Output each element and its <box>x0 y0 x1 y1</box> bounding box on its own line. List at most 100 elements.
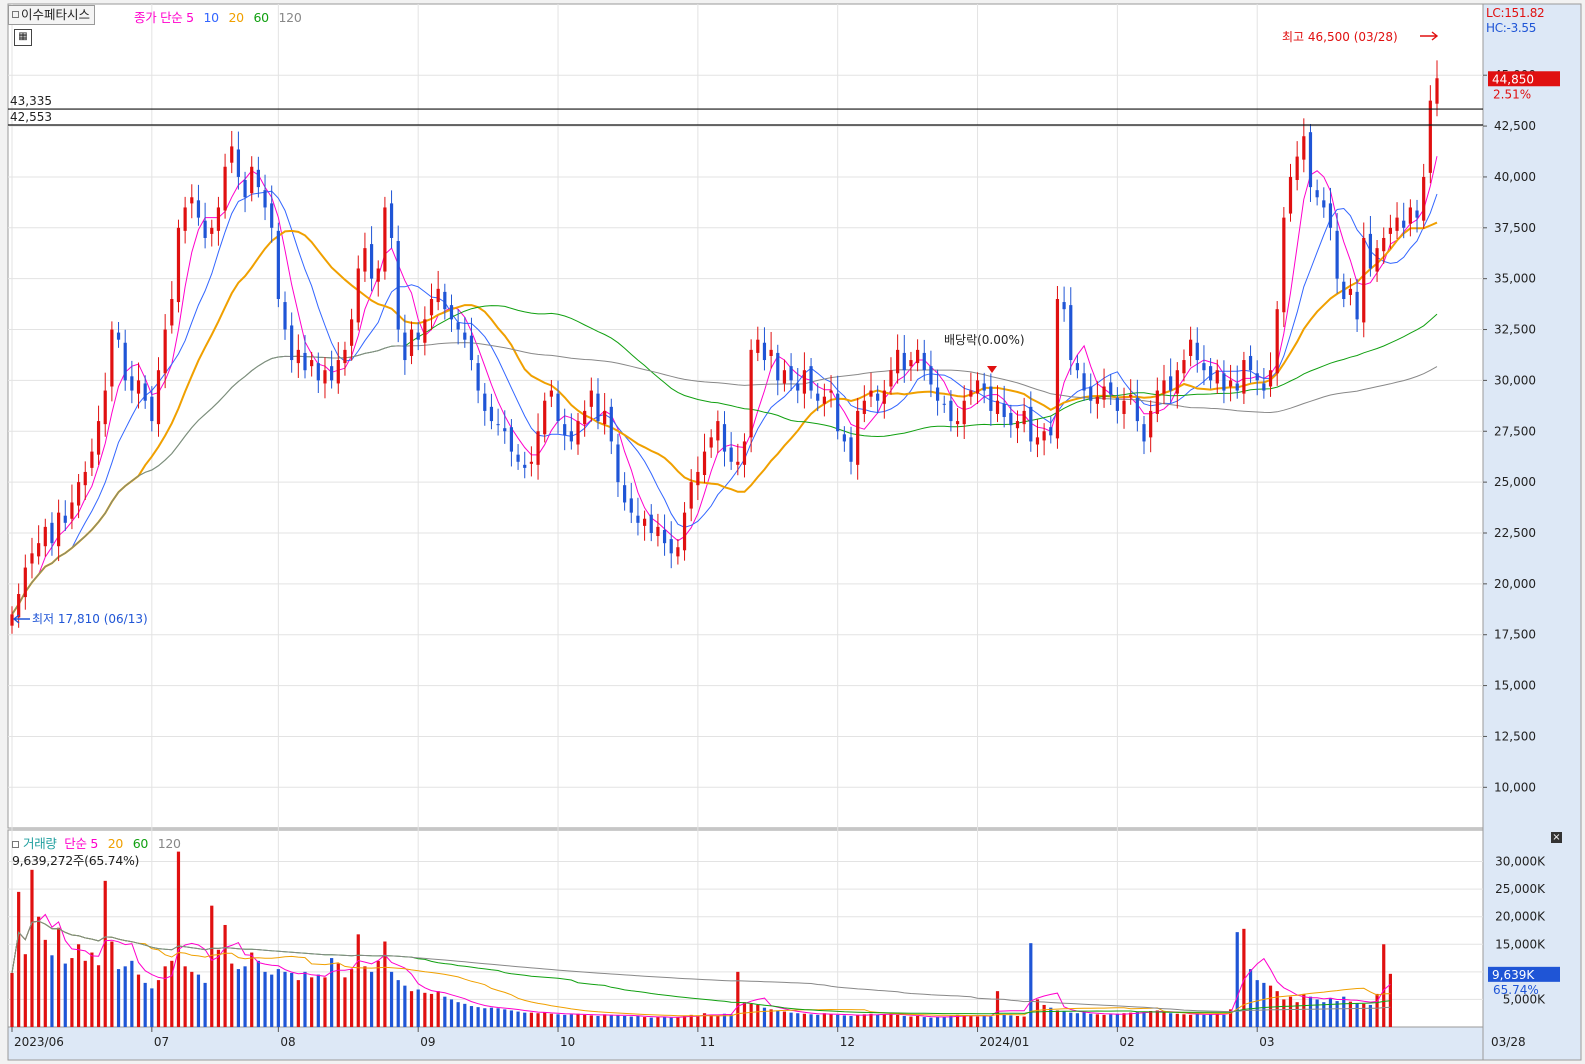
candle-body <box>822 396 826 404</box>
candle-body <box>376 268 380 282</box>
grid-icon[interactable]: ▦ <box>14 29 32 46</box>
volume-bar <box>676 1017 680 1027</box>
candle-body <box>1228 380 1233 387</box>
volume-bar <box>642 1017 647 1027</box>
chart-canvas[interactable]: 10,000 12,500 15,000 17,500 20,000 22,500 25,0… <box>0 0 1585 1064</box>
candle-body <box>170 299 174 326</box>
vma20-label[interactable]: 20 <box>108 836 124 851</box>
volume-bar <box>123 966 127 1027</box>
candle-body <box>196 200 201 218</box>
price-tick-label: 20,000 <box>1494 577 1536 591</box>
candle-body <box>1155 390 1159 414</box>
candle-body <box>1408 207 1412 224</box>
candle-body <box>116 332 121 340</box>
price-tick-label: 35,000 <box>1494 272 1536 286</box>
candle-body <box>423 319 427 343</box>
volume-bar <box>503 1009 507 1027</box>
volume-bar <box>656 1017 660 1027</box>
volume-bar <box>409 991 414 1027</box>
candle-body <box>1189 339 1193 356</box>
candle-body <box>1322 200 1326 208</box>
volume-bar <box>323 977 327 1027</box>
volume-bar <box>57 927 61 1027</box>
candle-body <box>576 421 580 445</box>
vma5-label[interactable]: 5 <box>90 836 98 851</box>
candle-body <box>849 437 853 462</box>
volume-tick-label: 30,000K <box>1495 855 1546 869</box>
volume-bar <box>190 971 194 1027</box>
close-icon[interactable]: × <box>1551 832 1562 843</box>
volume-bar <box>922 1017 926 1027</box>
volume-bar <box>816 1014 820 1027</box>
candle-body <box>363 248 367 272</box>
volume-bar <box>203 982 207 1027</box>
vma120-label[interactable]: 120 <box>158 836 181 851</box>
ma5-label[interactable]: 5 <box>186 10 194 25</box>
candle-body <box>236 149 241 177</box>
candle-body <box>230 146 234 163</box>
volume-tick-label: 20,000K <box>1495 910 1546 924</box>
candle-body <box>536 431 540 465</box>
x-tick-label: 03/28 <box>1491 1035 1526 1049</box>
candle-body <box>496 424 500 426</box>
candle-body <box>10 614 14 626</box>
volume-bar <box>176 851 181 1027</box>
candle-body <box>1169 376 1173 391</box>
volume-bar <box>50 955 54 1027</box>
candle-body <box>57 512 61 547</box>
volume-bar <box>1182 1014 1186 1027</box>
candle-body <box>416 332 420 340</box>
price-tick-label: 40,000 <box>1494 170 1536 184</box>
volume-bar <box>1308 996 1313 1027</box>
candle-body <box>1042 431 1046 441</box>
current-volume-label: 9,639K <box>1492 968 1535 982</box>
volume-bar <box>130 960 134 1027</box>
volume-bar <box>456 1002 460 1027</box>
volume-bar <box>83 960 87 1027</box>
candle-body <box>882 390 886 404</box>
ma20-label[interactable]: 20 <box>229 10 245 25</box>
candle-body <box>556 393 560 422</box>
candle <box>276 222 280 308</box>
candle-body <box>1215 370 1219 384</box>
volume-ma-title: 단순 <box>64 836 87 851</box>
volume-bar <box>876 1014 880 1027</box>
volume-bar <box>383 941 387 1027</box>
volume-bar <box>416 989 420 1027</box>
volume-bar <box>1189 1014 1193 1027</box>
price-tick-label: 32,500 <box>1494 323 1536 337</box>
ma60-label[interactable]: 60 <box>254 10 270 25</box>
stock-name-tab[interactable]: 이수페타시스 <box>8 5 96 25</box>
volume-bar <box>669 1017 673 1027</box>
candle-body <box>163 329 167 374</box>
candle-body <box>623 485 627 503</box>
volume-bar <box>183 966 187 1027</box>
candle-body <box>802 370 807 394</box>
candle-body <box>676 547 680 557</box>
ma10-label[interactable]: 10 <box>204 10 220 25</box>
volume-bar <box>682 1015 687 1027</box>
candle-body <box>862 400 866 414</box>
candle-body <box>463 332 467 340</box>
volume-bar <box>143 982 147 1027</box>
volume-bar <box>1062 1011 1066 1027</box>
candle-body <box>1035 437 1040 445</box>
candle-body <box>17 594 21 618</box>
candle-body <box>989 386 993 411</box>
ma120-label[interactable]: 120 <box>279 10 302 25</box>
x-tick-label: 09 <box>420 1035 435 1049</box>
candle-body <box>1015 421 1020 429</box>
price-tick-label: 12,500 <box>1494 729 1536 743</box>
vma60-label[interactable]: 60 <box>133 836 149 851</box>
volume-bar <box>862 1014 866 1027</box>
candle-body <box>290 325 294 361</box>
candle-body <box>609 406 613 442</box>
volume-bar <box>103 880 107 1027</box>
volume-bar <box>589 1015 593 1027</box>
candle-body <box>756 339 760 353</box>
candle-body <box>809 366 813 391</box>
price-tick-label: 42,500 <box>1494 119 1536 133</box>
candle-body <box>476 363 480 391</box>
candle-body <box>103 390 107 425</box>
candle-body <box>23 567 27 598</box>
